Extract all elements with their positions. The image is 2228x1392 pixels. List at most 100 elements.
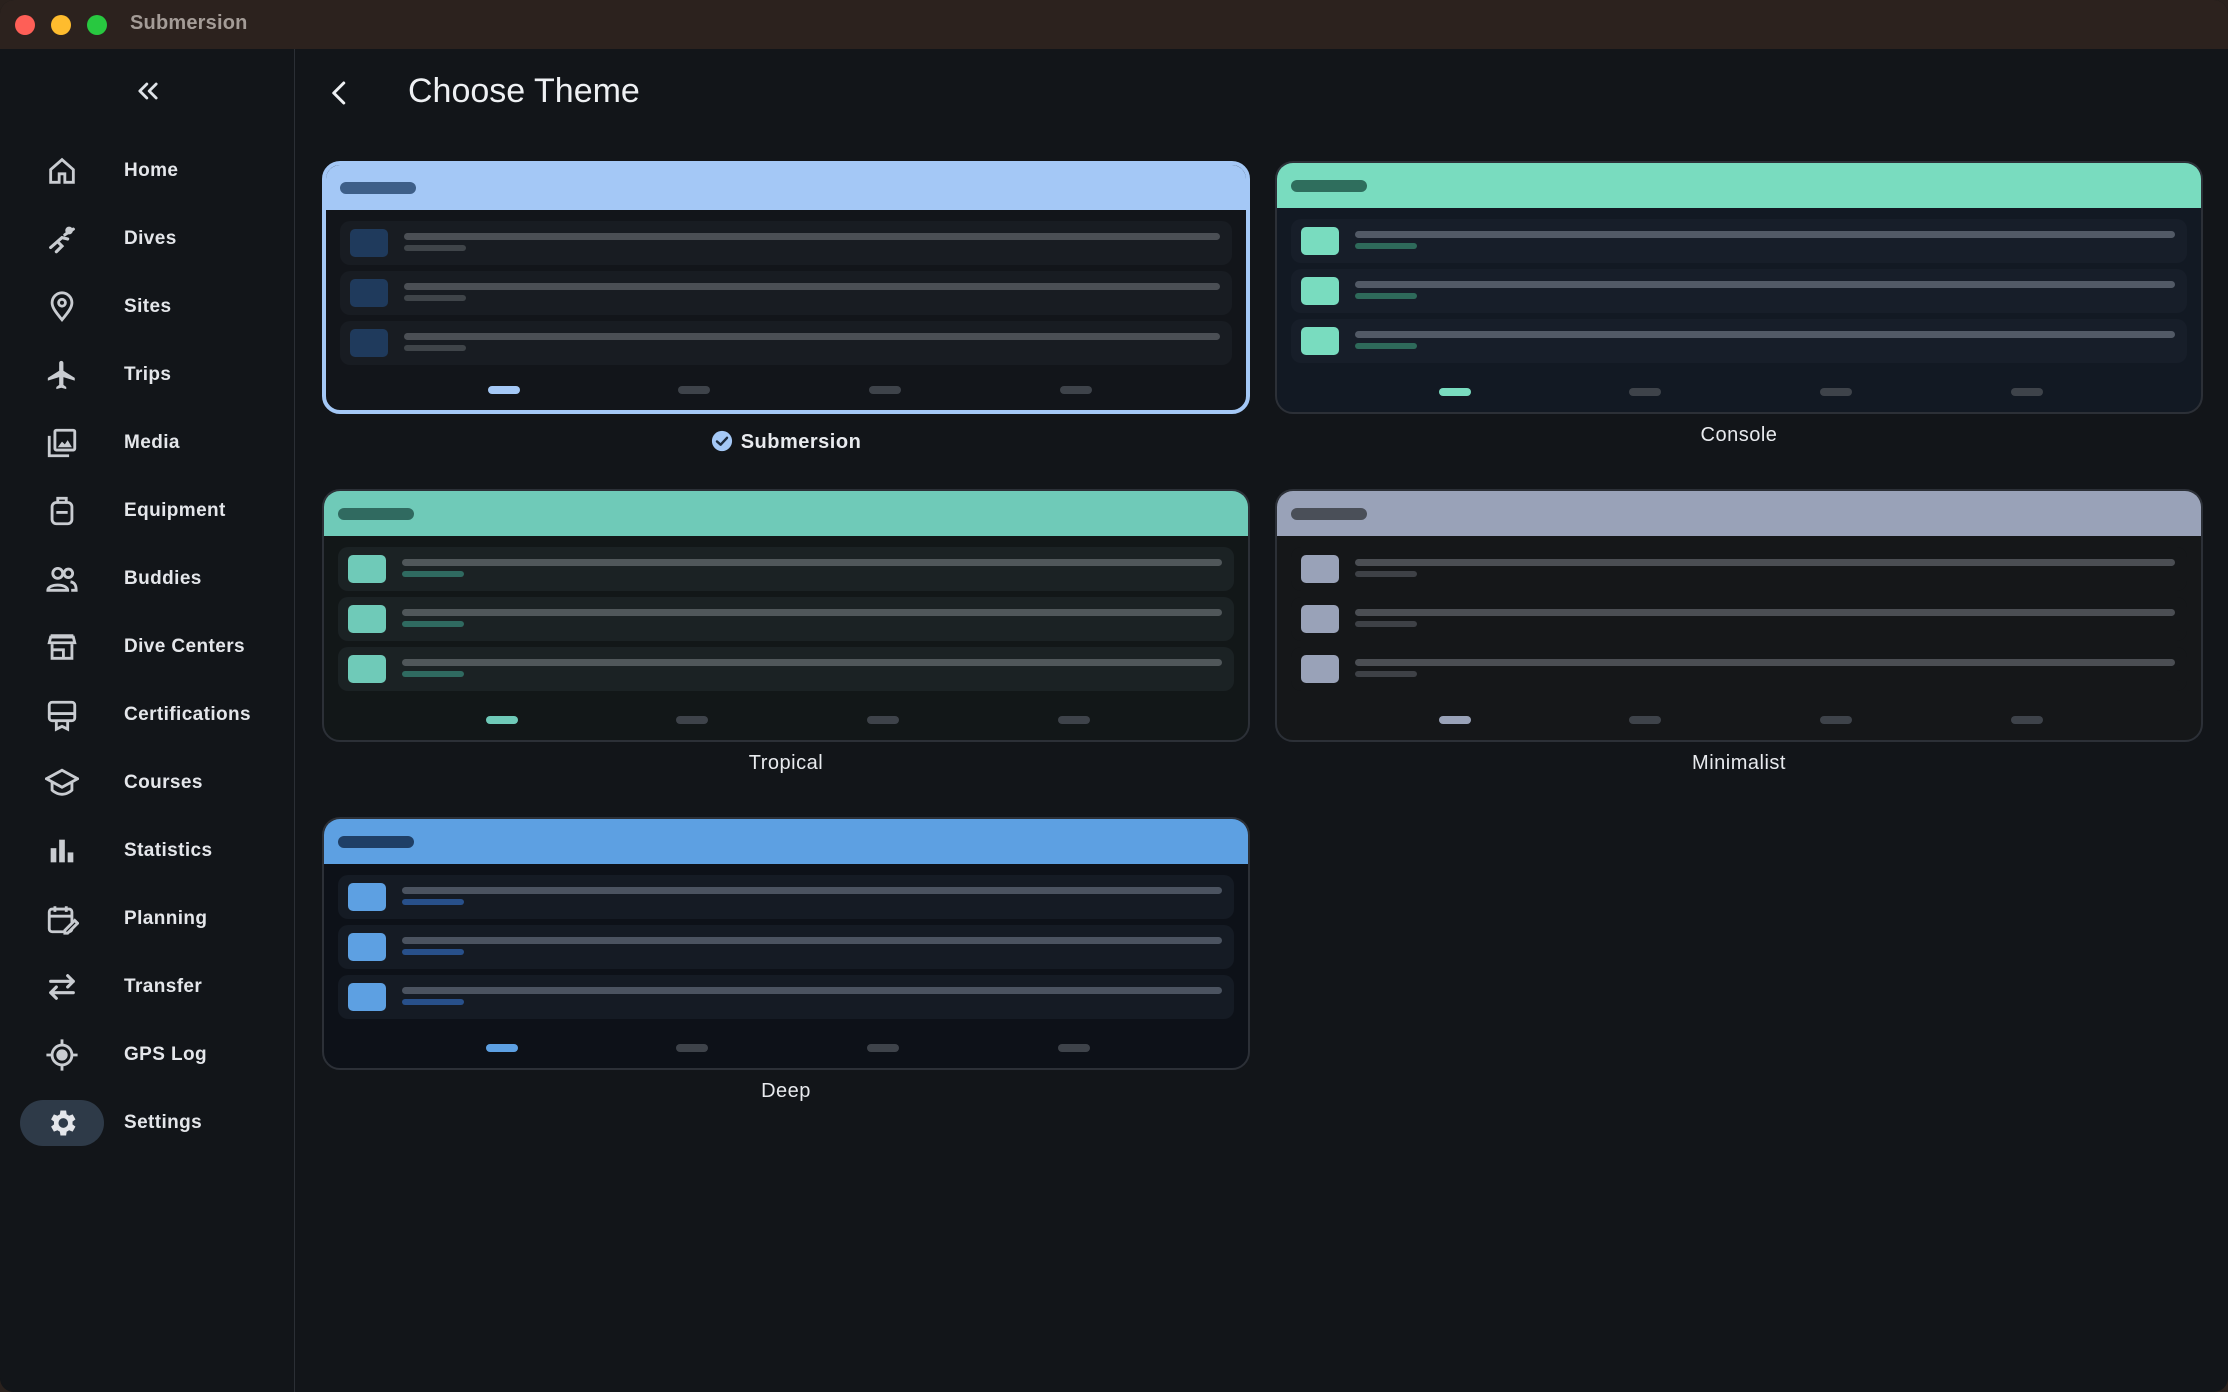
sidebar-item-certifications[interactable]: Certifications bbox=[0, 687, 295, 743]
theme-preview-nav-indicator bbox=[1060, 386, 1092, 394]
gear-icon bbox=[20, 1100, 104, 1146]
sidebar-item-transfer[interactable]: Transfer bbox=[0, 959, 295, 1015]
theme-preview-row bbox=[338, 925, 1234, 969]
theme-preview-nav-indicator bbox=[1629, 388, 1661, 396]
theme-preview-subtext-line bbox=[1355, 293, 1417, 299]
sidebar-item-gps-log[interactable]: GPS Log bbox=[0, 1027, 295, 1083]
theme-preview-title-bar bbox=[1291, 180, 1367, 192]
sidebar-item-buddies[interactable]: Buddies bbox=[0, 551, 295, 607]
theme-name: Tropical bbox=[748, 752, 824, 774]
sidebar-item-statistics[interactable]: Statistics bbox=[0, 823, 295, 879]
theme-card-console[interactable] bbox=[1275, 161, 2203, 414]
theme-preview-row bbox=[338, 975, 1234, 1019]
title-bar: Submersion bbox=[0, 0, 2228, 49]
sidebar-item-dive-centers[interactable]: Dive Centers bbox=[0, 619, 295, 675]
theme-card-minimalist[interactable] bbox=[1275, 489, 2203, 742]
theme-preview-nav-indicator bbox=[678, 386, 710, 394]
theme-preview-nav-bar bbox=[1277, 388, 2201, 396]
theme-card-deep[interactable] bbox=[322, 817, 1250, 1070]
zoom-window-button[interactable] bbox=[87, 15, 107, 35]
theme-preview-row bbox=[338, 647, 1234, 691]
theme-preview-nav-indicator bbox=[867, 716, 899, 724]
theme-preview-nav-indicator bbox=[1629, 716, 1661, 724]
theme-preview-subtext-line bbox=[1355, 243, 1417, 249]
backpack-icon bbox=[20, 488, 104, 534]
theme-label-minimalist[interactable]: Minimalist bbox=[1275, 752, 2203, 775]
sidebar-item-dives[interactable]: Dives bbox=[0, 211, 295, 267]
sidebar-item-label: Equipment bbox=[124, 500, 226, 521]
theme-preview-subtext-line bbox=[1355, 571, 1417, 577]
diver-icon bbox=[20, 216, 104, 262]
theme-preview-row bbox=[338, 547, 1234, 591]
sidebar-item-planning[interactable]: Planning bbox=[0, 891, 295, 947]
theme-preview-nav-indicator bbox=[1439, 388, 1471, 396]
sidebar-item-home[interactable]: Home bbox=[0, 143, 295, 199]
theme-name: Deep bbox=[761, 1080, 811, 1102]
theme-preview-nav-indicator bbox=[1820, 388, 1852, 396]
theme-label-console[interactable]: Console bbox=[1275, 424, 2203, 447]
minimize-window-button[interactable] bbox=[51, 15, 71, 35]
photo-library-icon bbox=[20, 420, 104, 466]
theme-preview-row bbox=[1291, 597, 2187, 641]
theme-preview-nav-indicator bbox=[486, 716, 518, 724]
sidebar-item-label: Statistics bbox=[124, 840, 213, 861]
location-pin-icon bbox=[20, 284, 104, 330]
theme-name: Console bbox=[1700, 424, 1778, 446]
theme-label-deep[interactable]: Deep bbox=[322, 1080, 1250, 1103]
theme-preview-text-line bbox=[1355, 331, 2175, 338]
theme-preview-subtext-line bbox=[404, 345, 466, 351]
theme-preview-thumbnail bbox=[1301, 277, 1339, 305]
theme-preview-subtext-line bbox=[402, 621, 464, 627]
theme-preview-text-line bbox=[402, 987, 1222, 994]
school-icon bbox=[20, 760, 104, 806]
theme-preview-thumbnail bbox=[1301, 605, 1339, 633]
theme-preview-subtext-line bbox=[404, 295, 466, 301]
theme-preview-text-line bbox=[1355, 659, 2175, 666]
theme-card-submersion[interactable] bbox=[322, 161, 1250, 414]
theme-label-submersion[interactable]: Submersion bbox=[322, 430, 1250, 454]
collapse-sidebar-button[interactable] bbox=[128, 71, 168, 111]
airplane-icon bbox=[20, 352, 104, 398]
theme-preview-nav-indicator bbox=[488, 386, 520, 394]
close-window-button[interactable] bbox=[15, 15, 35, 35]
theme-preview-subtext-line bbox=[402, 571, 464, 577]
theme-preview-header bbox=[324, 491, 1248, 536]
theme-preview-row bbox=[340, 221, 1232, 265]
sidebar-item-courses[interactable]: Courses bbox=[0, 755, 295, 811]
back-button[interactable] bbox=[318, 71, 362, 115]
theme-preview-text-line bbox=[1355, 231, 2175, 238]
theme-preview-row bbox=[1291, 219, 2187, 263]
sidebar-item-sites[interactable]: Sites bbox=[0, 279, 295, 335]
sidebar-item-trips[interactable]: Trips bbox=[0, 347, 295, 403]
theme-preview-text-line bbox=[404, 233, 1220, 240]
theme-preview-title-bar bbox=[340, 182, 416, 194]
theme-preview-nav-bar bbox=[1277, 716, 2201, 724]
theme-preview-subtext-line bbox=[404, 245, 466, 251]
chevron-left-icon bbox=[332, 81, 346, 105]
theme-preview-thumbnail bbox=[1301, 555, 1339, 583]
theme-preview-nav-bar bbox=[324, 1044, 1248, 1052]
sidebar-item-label: Dives bbox=[124, 228, 177, 249]
theme-label-tropical[interactable]: Tropical bbox=[322, 752, 1250, 775]
sidebar-item-media[interactable]: Media bbox=[0, 415, 295, 471]
theme-preview-row bbox=[1291, 547, 2187, 591]
theme-preview-thumbnail bbox=[350, 279, 388, 307]
theme-preview-nav-indicator bbox=[869, 386, 901, 394]
card-membership-icon bbox=[20, 692, 104, 738]
theme-preview-subtext-line bbox=[402, 999, 464, 1005]
theme-preview-thumbnail bbox=[350, 329, 388, 357]
theme-preview-nav-indicator bbox=[2011, 716, 2043, 724]
theme-preview-header bbox=[326, 165, 1246, 210]
theme-preview-row bbox=[338, 597, 1234, 641]
theme-preview-subtext-line bbox=[402, 671, 464, 677]
sidebar-item-equipment[interactable]: Equipment bbox=[0, 483, 295, 539]
gps-target-icon bbox=[20, 1032, 104, 1078]
theme-card-tropical[interactable] bbox=[322, 489, 1250, 742]
sidebar-item-label: Transfer bbox=[124, 976, 203, 997]
sidebar-item-settings[interactable]: Settings bbox=[0, 1095, 295, 1151]
check-circle-icon bbox=[711, 430, 732, 452]
theme-preview-nav-indicator bbox=[1820, 716, 1852, 724]
theme-preview-row bbox=[340, 271, 1232, 315]
theme-preview-text-line bbox=[1355, 281, 2175, 288]
theme-preview-subtext-line bbox=[1355, 621, 1417, 627]
